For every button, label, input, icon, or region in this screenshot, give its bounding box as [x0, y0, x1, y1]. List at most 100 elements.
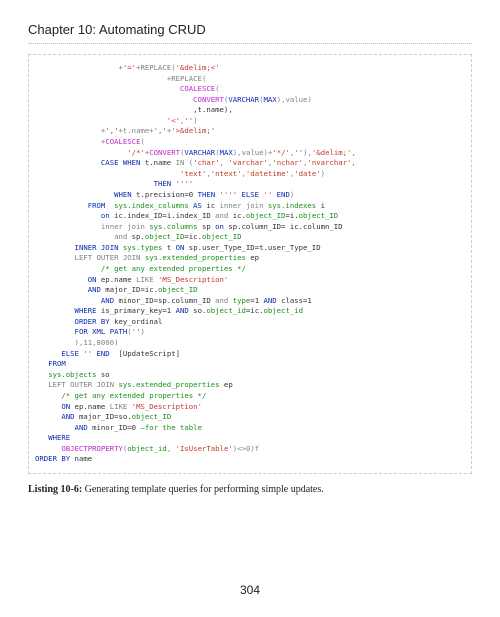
str: '': [184, 116, 193, 125]
fn: COALESCE: [180, 84, 215, 93]
kw: ON: [88, 275, 97, 284]
kw: END: [272, 190, 290, 199]
t: is_primary_key=1: [97, 306, 176, 315]
kw: ON: [61, 402, 70, 411]
kw: AND: [176, 306, 189, 315]
t: ep: [246, 253, 259, 262]
t: (: [215, 84, 219, 93]
listing-label: Listing 10-6:: [28, 484, 82, 495]
str: '>&delim;': [171, 126, 215, 135]
kw: AND: [263, 296, 276, 305]
t: ic: [202, 201, 220, 210]
t: =ic.: [184, 232, 202, 241]
t: sp.user_Type_ID=t.user_Type_ID: [184, 243, 320, 252]
t: ep.name: [70, 402, 110, 411]
kw: WHERE: [75, 306, 97, 315]
str: '&delim;<': [176, 63, 220, 72]
t: =1: [250, 296, 263, 305]
kw: ORDER BY: [75, 317, 110, 326]
sys: object_ID: [202, 232, 242, 241]
t: key_ordinal: [110, 317, 163, 326]
t: ic.index_ID=i.index_ID: [110, 211, 215, 220]
sys: object_id: [206, 306, 246, 315]
fn: OBJECTPROPERTY: [61, 444, 123, 453]
kw: VARCHAR: [228, 95, 259, 104]
t: ep.name: [97, 275, 137, 284]
kw: on: [101, 211, 110, 220]
kw: LIKE: [136, 275, 158, 284]
t: ic.: [228, 211, 246, 220]
kw: AND: [75, 423, 88, 432]
t: )<>0)f: [233, 444, 259, 453]
kw: AND: [101, 296, 114, 305]
kw: MAX: [264, 95, 277, 104]
t: t: [162, 243, 175, 252]
kw: AS: [189, 201, 202, 210]
t: sp.: [127, 232, 145, 241]
kw: THEN: [198, 190, 220, 199]
listing-caption: Listing 10-6: Generating template querie…: [28, 484, 472, 495]
sys: sys.extended_properties: [145, 253, 246, 262]
str: ',': [154, 126, 167, 135]
sys: sys.indexes: [268, 201, 316, 210]
t: minor_ID=0: [88, 423, 141, 432]
str: 'nchar': [272, 158, 303, 167]
t: i: [316, 201, 325, 210]
kw: INNER JOIN: [75, 243, 123, 252]
fn: CONVERT: [193, 95, 224, 104]
str: 'varchar': [228, 158, 268, 167]
t: +t.name+: [119, 126, 154, 135]
sys: sys.columns: [149, 222, 197, 231]
kw: LEFT OUTER JOIN: [48, 380, 118, 389]
str: 'ntext': [211, 169, 242, 178]
str: '=': [123, 63, 136, 72]
str: '<': [167, 116, 180, 125]
t: ,t.name),: [193, 105, 233, 114]
str: 'char': [193, 158, 219, 167]
comment: /* get any extended properties */: [61, 391, 206, 400]
kw: ORDER BY: [35, 454, 70, 463]
t: sp.column_ID= ic.column_ID: [224, 222, 343, 231]
str: 'IsUserTable': [176, 444, 233, 453]
t: ),: [303, 148, 312, 157]
kw: inner join: [220, 201, 268, 210]
kw: WHEN: [114, 190, 132, 199]
sys: object_ID: [299, 211, 339, 220]
fn: CONVERT: [149, 148, 180, 157]
sys: object_ID: [158, 285, 198, 294]
t: ): [290, 190, 294, 199]
t: (: [184, 158, 193, 167]
kw: THEN: [154, 179, 176, 188]
str: ',': [105, 126, 118, 135]
sys: sys.types: [123, 243, 163, 252]
sys: sys.index_columns: [114, 201, 189, 210]
str: 'nvarchar': [307, 158, 351, 167]
t: ep: [220, 380, 233, 389]
sys: object_ID: [145, 232, 185, 241]
t: t.precision=0: [132, 190, 198, 199]
chapter-title: Chapter 10: Automating CRUD: [28, 22, 472, 44]
sys: object_ID: [132, 412, 172, 421]
t: =i.: [285, 211, 298, 220]
t: so.: [189, 306, 207, 315]
t: (: [140, 137, 144, 146]
str: 'text': [180, 169, 206, 178]
str: 'date': [294, 169, 320, 178]
sys: object_id: [263, 306, 303, 315]
sys: sys.extended_properties: [118, 380, 219, 389]
t: ),value): [277, 95, 312, 104]
code-listing: +'='+REPLACE('&delim;<' +REPLACE( COALES…: [35, 63, 465, 465]
str: '': [263, 190, 272, 199]
t: ),11,8000): [75, 338, 119, 347]
t: +REPLACE(: [136, 63, 176, 72]
t: major_ID=so.: [75, 412, 132, 421]
t: name: [70, 454, 92, 463]
str: '*/': [272, 148, 290, 157]
t: ),value)+: [233, 148, 273, 157]
t: ): [193, 116, 197, 125]
sys: sys.objects: [48, 370, 96, 379]
str: '''': [176, 179, 194, 188]
str: 'MS_Description': [158, 275, 228, 284]
t: type: [233, 296, 251, 305]
str: '': [294, 148, 303, 157]
